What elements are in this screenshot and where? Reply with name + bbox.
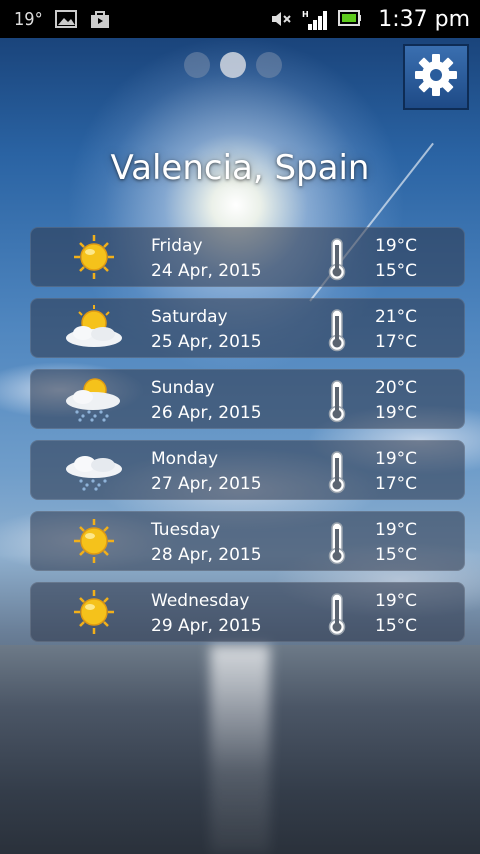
- temperature-low: 17°C: [375, 332, 418, 352]
- signal-strength-icon: H: [302, 9, 328, 30]
- thermometer-icon: [324, 237, 350, 281]
- status-temperature: 19°: [14, 8, 43, 30]
- day-date: 26 Apr, 2015: [151, 403, 262, 423]
- temperature-high: 19°C: [375, 449, 418, 469]
- forecast-list: Friday 24 Apr, 2015 19°C 15°C Saturday 25 A…: [30, 227, 465, 653]
- forecast-row[interactable]: Sunday 26 Apr, 2015 20°C 19°C: [30, 369, 465, 429]
- city-title: Valencia, Spain: [110, 148, 370, 188]
- weather-screen: 19° H 1:37 pm Valencia, Spain Friday 24 …: [0, 0, 480, 854]
- thermometer-icon: [324, 450, 350, 494]
- thermometer-icon: [324, 521, 350, 565]
- day-name: Friday: [151, 236, 203, 256]
- day-name: Wednesday: [151, 591, 250, 611]
- gear-icon: [412, 51, 460, 103]
- status-time: 1:37 pm: [378, 6, 470, 32]
- forecast-row[interactable]: Tuesday 28 Apr, 2015 19°C 15°C: [30, 511, 465, 571]
- temperature-low: 19°C: [375, 403, 418, 423]
- cloud-rain-icon: [61, 445, 127, 497]
- temperature-low: 15°C: [375, 545, 418, 565]
- thermometer-icon: [324, 379, 350, 423]
- sunny-icon: [61, 516, 127, 568]
- forecast-row[interactable]: Wednesday 29 Apr, 2015 19°C 15°C: [30, 582, 465, 642]
- day-name: Monday: [151, 449, 219, 469]
- temperature-low: 15°C: [375, 616, 418, 636]
- sun-cloud-rain-icon: [61, 374, 127, 426]
- temperature-high: 19°C: [375, 236, 418, 256]
- forecast-row[interactable]: Monday 27 Apr, 2015 19°C 17°C: [30, 440, 465, 500]
- day-name: Saturday: [151, 307, 228, 327]
- store-bag-icon: [89, 9, 111, 29]
- day-date: 27 Apr, 2015: [151, 474, 262, 494]
- thermometer-icon: [324, 308, 350, 352]
- day-date: 25 Apr, 2015: [151, 332, 262, 352]
- thermometer-icon: [324, 592, 350, 636]
- day-date: 29 Apr, 2015: [151, 616, 262, 636]
- temperature-high: 19°C: [375, 591, 418, 611]
- day-date: 24 Apr, 2015: [151, 261, 262, 281]
- forecast-row[interactable]: Friday 24 Apr, 2015 19°C 15°C: [30, 227, 465, 287]
- day-name: Tuesday: [151, 520, 221, 540]
- sunny-icon: [61, 587, 127, 639]
- page-indicator[interactable]: [184, 52, 282, 78]
- battery-icon: [338, 9, 362, 29]
- temperature-high: 19°C: [375, 520, 418, 540]
- page-dot[interactable]: [184, 52, 210, 78]
- temperature-high: 20°C: [375, 378, 418, 398]
- temperature-high: 21°C: [375, 307, 418, 327]
- page-dot[interactable]: [220, 52, 246, 78]
- day-name: Sunday: [151, 378, 215, 398]
- day-date: 28 Apr, 2015: [151, 545, 262, 565]
- svg-text:H: H: [302, 10, 309, 19]
- page-dot[interactable]: [256, 52, 282, 78]
- sunny-icon: [61, 232, 127, 284]
- temperature-low: 15°C: [375, 261, 418, 281]
- sea-reflection: [210, 645, 270, 854]
- status-bar: 19° H 1:37 pm: [0, 0, 480, 38]
- partly-cloudy-icon: [61, 303, 127, 355]
- forecast-row[interactable]: Saturday 25 Apr, 2015 21°C 17°C: [30, 298, 465, 358]
- gallery-icon: [54, 9, 77, 29]
- mute-icon: [270, 9, 292, 29]
- settings-button[interactable]: [403, 44, 469, 110]
- temperature-low: 17°C: [375, 474, 418, 494]
